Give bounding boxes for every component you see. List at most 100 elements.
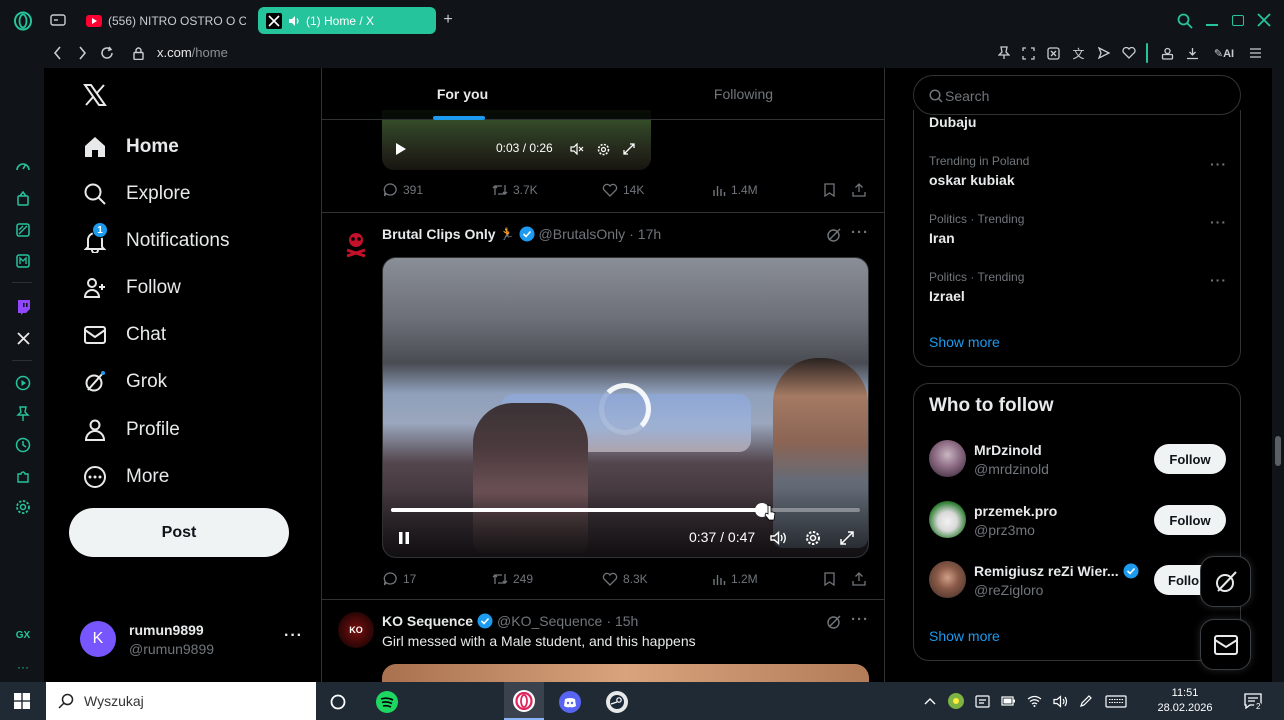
close-icon[interactable] <box>1256 12 1272 28</box>
messages-fab[interactable] <box>1200 619 1251 670</box>
video-progress-track[interactable] <box>391 503 860 517</box>
page-scrollbar[interactable] <box>1272 68 1284 682</box>
keyboard-icon[interactable] <box>1104 693 1128 709</box>
tab-islands-icon[interactable] <box>49 12 67 28</box>
settings-icon[interactable] <box>805 530 821 546</box>
forward-icon[interactable] <box>75 45 89 61</box>
post-time[interactable]: 15h <box>615 613 638 629</box>
video-player[interactable]: 0:37 / 0:47 <box>382 257 869 558</box>
back-icon[interactable] <box>50 45 64 61</box>
follow-button[interactable]: Follow <box>1154 505 1226 535</box>
like-button[interactable]: 8.3K <box>602 572 648 586</box>
share-button[interactable] <box>852 572 866 586</box>
pinboard-icon[interactable] <box>14 405 32 423</box>
speed-dial-icon[interactable] <box>14 158 32 176</box>
trend-more-icon[interactable]: ··· <box>1210 214 1227 230</box>
clock[interactable]: 11:51 28.02.2026 <box>1150 686 1220 718</box>
nav-profile[interactable]: Profile <box>82 412 180 448</box>
extensions-icon[interactable] <box>14 467 32 485</box>
ai-icon[interactable]: ✎AI <box>1210 45 1238 61</box>
author-name[interactable]: Brutal Clips Only <box>382 226 496 242</box>
trend-more-icon[interactable]: ··· <box>1210 272 1227 288</box>
trend-more-icon[interactable]: ··· <box>1210 156 1227 172</box>
follow-suggestion[interactable]: MrDzinold @mrdzinold Follow <box>914 436 1240 486</box>
nav-home[interactable]: Home <box>82 129 179 165</box>
chevron-up-icon[interactable] <box>922 693 938 709</box>
battery-icon[interactable] <box>1000 693 1016 709</box>
tweet[interactable]: Brutal Clips Only 🏃 @BrutalsOnly · 17h ·… <box>322 213 884 599</box>
history-icon[interactable] <box>14 436 32 454</box>
twitch-icon[interactable] <box>14 298 32 316</box>
bookmark-button[interactable] <box>823 572 836 586</box>
tab-following[interactable]: Following <box>603 68 884 120</box>
pin-icon[interactable] <box>996 45 1011 61</box>
settings-icon[interactable] <box>14 498 32 516</box>
avatar[interactable] <box>338 225 374 261</box>
nav-grok[interactable]: Grok <box>82 364 167 400</box>
grok-fab[interactable] <box>1200 556 1251 607</box>
x-logo-icon[interactable] <box>82 82 108 108</box>
show-more-link[interactable]: Show more <box>929 628 1000 644</box>
x-sidebar-icon[interactable] <box>14 329 32 347</box>
volume-icon[interactable] <box>1052 693 1068 709</box>
author-handle[interactable]: @BrutalsOnly <box>539 226 626 242</box>
fullscreen-icon[interactable] <box>839 530 855 546</box>
trend-item[interactable]: Politics · Trending Izrael ··· <box>914 264 1240 316</box>
reply-button[interactable]: 391 <box>383 183 423 197</box>
steam-icon[interactable] <box>606 691 628 713</box>
tab-for-you[interactable]: For you <box>322 68 603 120</box>
nav-notifications[interactable]: 1 Notifications <box>82 222 230 259</box>
sidebar-more-icon[interactable]: ··· <box>12 660 34 674</box>
bookmark-button[interactable] <box>823 183 836 197</box>
trend-item[interactable]: Politics · Trending Iran ··· <box>914 206 1240 258</box>
heart-icon[interactable] <box>1121 45 1136 61</box>
reply-button[interactable]: 17 <box>383 572 416 586</box>
adblock-icon[interactable] <box>1046 45 1061 61</box>
download-icon[interactable] <box>1185 45 1200 61</box>
nav-follow[interactable]: Follow <box>82 270 181 306</box>
notifications-icon[interactable]: 2 <box>1243 692 1263 711</box>
nav-explore[interactable]: Explore <box>82 176 190 212</box>
follow-suggestion[interactable]: przemek.pro @prz3mo Follow <box>914 497 1240 547</box>
opera-menu-icon[interactable] <box>12 10 34 32</box>
windows-start-icon[interactable] <box>13 692 31 710</box>
easy-setup-icon[interactable] <box>1248 45 1263 61</box>
search-tabs-icon[interactable] <box>1176 12 1194 30</box>
author-handle[interactable]: @KO_Sequence <box>497 613 602 629</box>
grok-explain-icon[interactable] <box>825 613 843 631</box>
play-icon[interactable] <box>394 142 408 156</box>
follow-suggestion[interactable]: Remigiusz reZi Wier... @reZigloro Follo <box>914 557 1240 607</box>
lock-icon[interactable] <box>131 45 145 61</box>
repost-button[interactable]: 3.7K <box>492 183 538 197</box>
nav-chat[interactable]: Chat <box>82 317 166 353</box>
search-input[interactable]: Search <box>913 75 1241 115</box>
avatar[interactable]: KO <box>338 612 374 648</box>
player-icon[interactable] <box>14 374 32 392</box>
pause-icon[interactable] <box>396 530 412 546</box>
taskbar-search[interactable]: Wyszukaj <box>46 682 316 720</box>
pen-icon[interactable] <box>1078 693 1094 709</box>
gx-games-icon[interactable] <box>14 252 32 270</box>
wifi-icon[interactable] <box>1026 693 1042 709</box>
speaker-icon[interactable] <box>288 15 300 27</box>
url-field[interactable]: x.com/home <box>157 44 228 62</box>
follow-button[interactable]: Follow <box>1154 444 1226 474</box>
post-button[interactable]: Post <box>69 508 289 557</box>
snapshot-icon[interactable] <box>1021 45 1036 61</box>
post-media[interactable] <box>382 664 869 682</box>
new-tab-icon[interactable]: + <box>440 11 456 28</box>
tray-app-icon[interactable] <box>948 693 964 709</box>
repost-button[interactable]: 249 <box>492 572 533 586</box>
author-name[interactable]: KO Sequence <box>382 613 473 629</box>
browser-tab-x[interactable]: (1) Home / X <box>258 7 436 34</box>
minimize-icon[interactable] <box>1206 24 1218 26</box>
tray-device-icon[interactable] <box>974 693 990 709</box>
volume-icon[interactable] <box>770 530 788 546</box>
browser-tab-youtube[interactable]: (556) NITRO OSTRO O CAŁ <box>78 7 246 34</box>
gx-control-icon[interactable] <box>14 190 32 208</box>
show-more-link[interactable]: Show more <box>929 334 1000 350</box>
tweet-more-icon[interactable]: ··· <box>851 611 869 628</box>
account-switcher[interactable]: K rumun9899 @rumun9899 ··· <box>80 619 310 659</box>
views-button[interactable]: 1.4M <box>712 183 758 197</box>
spotify-icon[interactable] <box>376 691 398 713</box>
